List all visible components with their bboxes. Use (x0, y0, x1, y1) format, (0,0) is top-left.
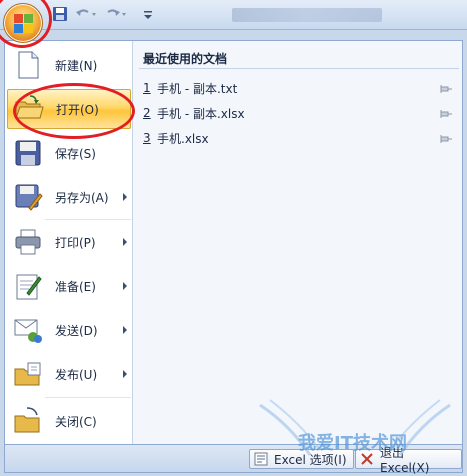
menu-item-save[interactable]: 保存(S) (7, 133, 131, 173)
office-logo-icon (14, 14, 34, 34)
menu-item-label: 保存(S) (55, 146, 96, 161)
exit-excel-button[interactable]: 退出 Excel(X) (355, 446, 462, 475)
menu-item-save-as[interactable]: 另存为(A) (7, 177, 131, 217)
window-title (232, 8, 382, 22)
menu-item-label: 关闭(C) (55, 414, 97, 429)
options-icon (254, 452, 268, 466)
menu-item-label: 发送(D) (55, 323, 98, 338)
submenu-arrow-icon (123, 282, 127, 290)
save-icon[interactable] (52, 6, 70, 24)
menu-item-print[interactable]: 打印(P) (7, 222, 131, 262)
exit-excel-label: 退出 Excel(X) (380, 445, 430, 475)
send-icon (13, 315, 43, 345)
submenu-arrow-icon (123, 326, 127, 334)
printer-icon (13, 227, 43, 257)
menu-item-close[interactable]: 关闭(C) (7, 401, 131, 441)
menu-item-label: 新建(N) (55, 58, 98, 73)
prepare-icon (13, 271, 43, 301)
document-number: 3 (143, 131, 151, 145)
menu-divider (45, 219, 131, 220)
document-name: 手机 - 副本.xlsx (157, 106, 245, 121)
document-number: 1 (143, 81, 151, 95)
publish-icon (13, 359, 43, 389)
close-folder-icon (13, 406, 43, 436)
new-document-icon (13, 50, 43, 80)
pin-icon[interactable] (439, 108, 453, 118)
exit-icon (360, 452, 374, 466)
menu-item-send[interactable]: 发送(D) (7, 310, 131, 350)
menu-item-publish[interactable]: 发布(U) (7, 354, 131, 394)
document-name: 手机 - 副本.txt (157, 81, 238, 96)
excel-options-label: Excel 选项(I) (274, 452, 347, 467)
save-disk-icon (13, 138, 43, 168)
title-bar (0, 0, 467, 30)
submenu-arrow-icon (123, 370, 127, 378)
pin-icon[interactable] (439, 83, 453, 93)
menu-item-label: 打印(P) (55, 235, 96, 250)
recent-document-1[interactable]: 1 手机 - 副本.txt (143, 77, 461, 99)
recent-document-2[interactable]: 2 手机 - 副本.xlsx (143, 102, 461, 124)
office-menu: 新建(N) 打开(O) 保存(S) 另存为(A) 打印(P) 准备(E) 发送(… (4, 40, 463, 445)
menu-item-open[interactable]: 打开(O) (7, 89, 131, 129)
command-list: 新建(N) 打开(O) 保存(S) 另存为(A) 打印(P) 准备(E) 发送(… (5, 41, 133, 444)
quick-access-toolbar (52, 5, 164, 25)
menu-item-label: 准备(E) (55, 279, 96, 294)
document-name: 手机.xlsx (157, 131, 209, 146)
open-folder-icon (14, 94, 44, 124)
menu-item-label: 另存为(A) (55, 190, 109, 205)
customize-icon[interactable] (142, 6, 160, 24)
menu-item-new[interactable]: 新建(N) (7, 45, 131, 85)
recent-divider (139, 68, 459, 69)
recent-documents-title: 最近使用的文档 (143, 52, 228, 66)
document-number: 2 (143, 106, 151, 120)
save-as-icon (13, 182, 43, 212)
recent-document-3[interactable]: 3 手机.xlsx (143, 127, 461, 149)
menu-footer: Excel 选项(I) 退出 Excel(X) (4, 445, 463, 475)
undo-icon[interactable] (74, 6, 100, 24)
redo-icon[interactable] (104, 6, 130, 24)
office-button[interactable] (3, 3, 43, 43)
menu-item-label: 打开(O) (56, 102, 99, 117)
menu-item-prepare[interactable]: 准备(E) (7, 266, 131, 306)
submenu-arrow-icon (123, 193, 127, 201)
submenu-arrow-icon (123, 238, 127, 246)
excel-options-button[interactable]: Excel 选项(I) (249, 449, 354, 469)
pin-icon[interactable] (439, 133, 453, 143)
menu-divider (45, 397, 131, 398)
menu-item-label: 发布(U) (55, 367, 98, 382)
